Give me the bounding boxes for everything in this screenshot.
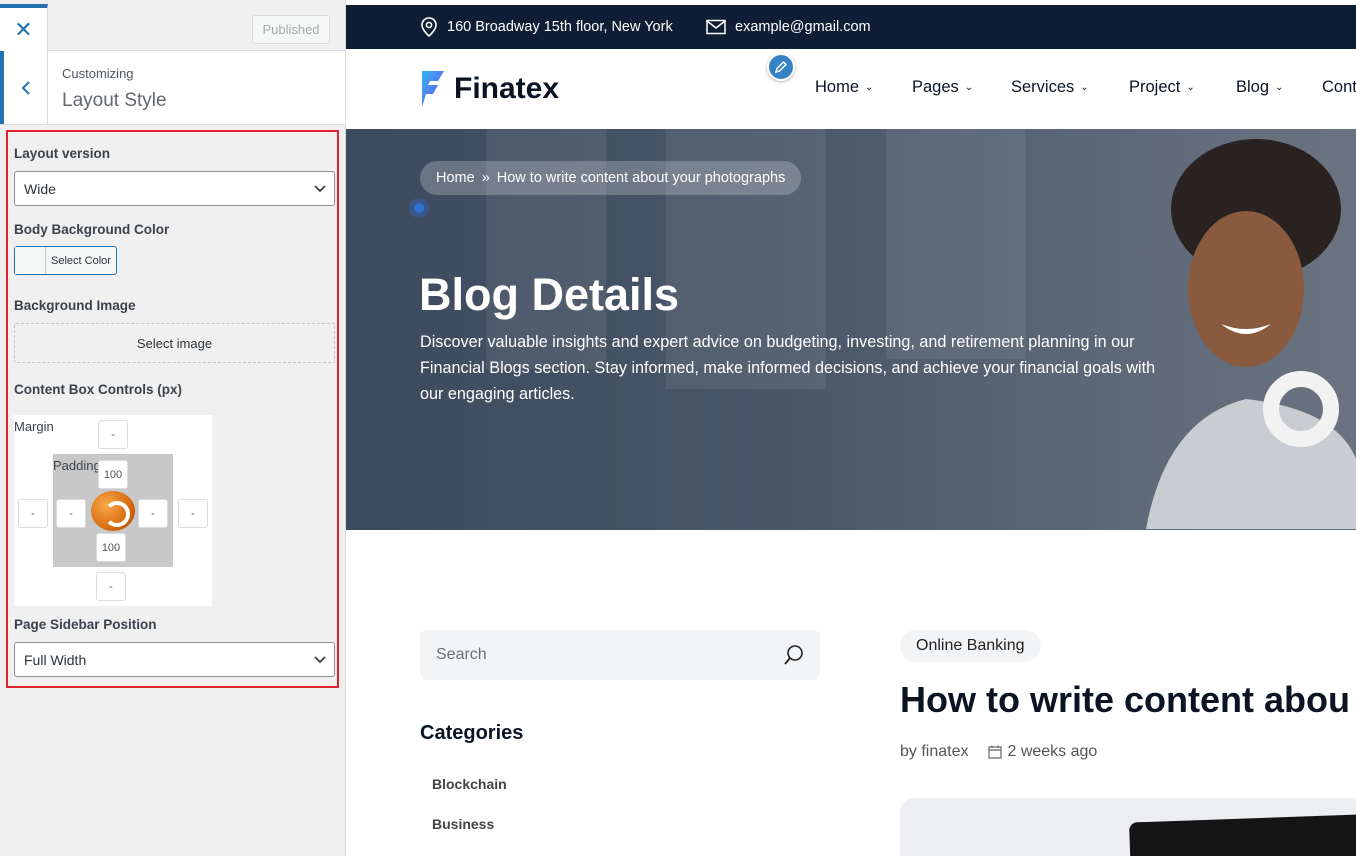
site-preview: 160 Broadway 15th floor, New York exampl… xyxy=(346,0,1356,856)
select-color-button[interactable]: Select Color xyxy=(14,246,117,275)
top-info-bar: 160 Broadway 15th floor, New York exampl… xyxy=(346,5,1356,49)
post-meta: by finatex 2 weeks ago xyxy=(900,743,1097,761)
calendar-icon xyxy=(988,745,1003,759)
nav-pages[interactable]: Pages ⌄ xyxy=(912,78,973,97)
padding-right-input[interactable]: - xyxy=(138,499,168,528)
chevron-down-icon: ⌄ xyxy=(865,82,874,93)
finatex-logo-icon xyxy=(422,71,444,107)
padding-top-input[interactable]: 100 xyxy=(98,460,128,489)
color-swatch xyxy=(15,247,46,274)
margin-label: Margin xyxy=(14,419,54,434)
nav-pages-label: Pages xyxy=(912,78,959,96)
email-text: example@gmail.com xyxy=(735,19,871,35)
pencil-icon xyxy=(774,60,788,74)
chevron-left-icon xyxy=(21,80,30,95)
post-date: 2 weeks ago xyxy=(988,743,1097,761)
chevron-down-icon xyxy=(314,656,326,664)
edit-shortcut-button[interactable] xyxy=(767,53,795,81)
layout-controls-panel: Layout version Wide Body Background Colo… xyxy=(6,130,339,688)
envelope-icon xyxy=(706,19,726,35)
margin-bottom-input[interactable]: - xyxy=(96,572,126,601)
customizing-label: Customizing xyxy=(62,66,134,81)
customizer-sidebar: ✕ Published Customizing Layout Style Lay… xyxy=(0,0,346,856)
post-author[interactable]: by finatex xyxy=(900,743,968,761)
select-image-button[interactable]: Select image xyxy=(14,323,335,363)
sidebar-position-select[interactable]: Full Width xyxy=(14,642,335,677)
layout-version-select[interactable]: Wide xyxy=(14,171,335,206)
breadcrumb-current: How to write content about your photogra… xyxy=(496,170,786,186)
email-item[interactable]: example@gmail.com xyxy=(706,5,871,49)
content-logo-icon xyxy=(91,491,135,531)
hero-pulse-dot xyxy=(414,203,424,213)
padding-bottom-input[interactable]: 100 xyxy=(96,533,126,562)
margin-top-input[interactable]: - xyxy=(98,420,128,449)
customizer-header: ✕ Published xyxy=(0,0,345,51)
chevron-down-icon: ⌄ xyxy=(1080,82,1089,93)
breadcrumb-separator-icon: » xyxy=(481,170,490,186)
section-title: Layout Style xyxy=(62,90,167,111)
nav-services-label: Services xyxy=(1011,78,1075,96)
body-bg-color-label: Body Background Color xyxy=(14,222,170,237)
post-featured-image xyxy=(900,798,1356,856)
address-item: 160 Broadway 15th floor, New York xyxy=(420,5,673,49)
close-customizer-button[interactable]: ✕ xyxy=(0,4,48,51)
category-link[interactable]: Business xyxy=(432,816,494,832)
address-text: 160 Broadway 15th floor, New York xyxy=(447,19,673,35)
bg-image-label: Background Image xyxy=(14,298,136,313)
nav-project[interactable]: Project ⌄ xyxy=(1129,78,1195,97)
nav-home-label: Home xyxy=(815,78,860,96)
breadcrumb: Home » How to write content about your p… xyxy=(420,161,802,195)
brand-logo[interactable]: Finatex xyxy=(420,69,559,109)
post-tag[interactable]: Online Banking xyxy=(900,630,1041,662)
published-button[interactable]: Published xyxy=(252,15,330,44)
category-link[interactable]: Blockchain xyxy=(432,776,507,792)
section-header: Customizing Layout Style xyxy=(0,51,345,125)
nav-blog-label: Blog xyxy=(1236,78,1270,96)
nav-blog[interactable]: Blog ⌄ xyxy=(1236,78,1283,97)
layout-version-value: Wide xyxy=(24,180,56,197)
nav-contact-label: Cont xyxy=(1322,78,1356,96)
chevron-down-icon: ⌄ xyxy=(1275,82,1284,93)
margin-left-input[interactable]: - xyxy=(18,499,48,528)
chevron-down-icon: ⌄ xyxy=(964,82,974,93)
post-date-text: 2 weeks ago xyxy=(1007,743,1098,760)
nav-services[interactable]: Services ⌄ xyxy=(1011,78,1089,97)
page-title: Blog Details xyxy=(419,269,680,320)
main-navbar: Finatex Home ⌄ Pages ⌄ Services ⌄ Project ⌄ … xyxy=(346,49,1356,129)
select-color-label: Select Color xyxy=(51,254,111,267)
padding-label: Padding xyxy=(53,458,101,473)
chevron-down-icon: ⌄ xyxy=(1186,82,1195,93)
brand-name: Finatex xyxy=(454,72,560,105)
categories-heading: Categories xyxy=(420,722,524,744)
margin-right-input[interactable]: - xyxy=(178,499,208,528)
box-model-control: Margin - - - - Padding 100 - - 100 xyxy=(14,415,212,606)
layout-version-label: Layout version xyxy=(14,146,111,161)
box-controls-label: Content Box Controls (px) xyxy=(14,382,182,397)
breadcrumb-home[interactable]: Home xyxy=(436,170,475,186)
hero-description: Discover valuable insights and expert ad… xyxy=(420,333,1156,403)
search-icon[interactable] xyxy=(783,644,805,666)
padding-left-input[interactable]: - xyxy=(56,499,86,528)
back-button[interactable] xyxy=(0,51,48,124)
nav-project-label: Project xyxy=(1129,78,1181,96)
hero-banner: Home » How to write content about your p… xyxy=(346,129,1356,530)
nav-contact[interactable]: Cont xyxy=(1322,78,1356,97)
chevron-down-icon xyxy=(314,185,326,193)
laptop-image xyxy=(1129,813,1356,856)
search-input[interactable] xyxy=(420,630,820,680)
location-pin-icon xyxy=(421,17,437,37)
nav-home[interactable]: Home ⌄ xyxy=(815,78,873,97)
sidebar-position-label: Page Sidebar Position xyxy=(14,617,157,632)
post-title: How to write content abou xyxy=(900,679,1350,720)
search-box xyxy=(420,630,820,680)
padding-area: Padding 100 - - 100 xyxy=(53,454,173,567)
sidebar-position-value: Full Width xyxy=(24,651,87,668)
background-window xyxy=(886,129,1026,359)
close-icon: ✕ xyxy=(14,16,33,42)
